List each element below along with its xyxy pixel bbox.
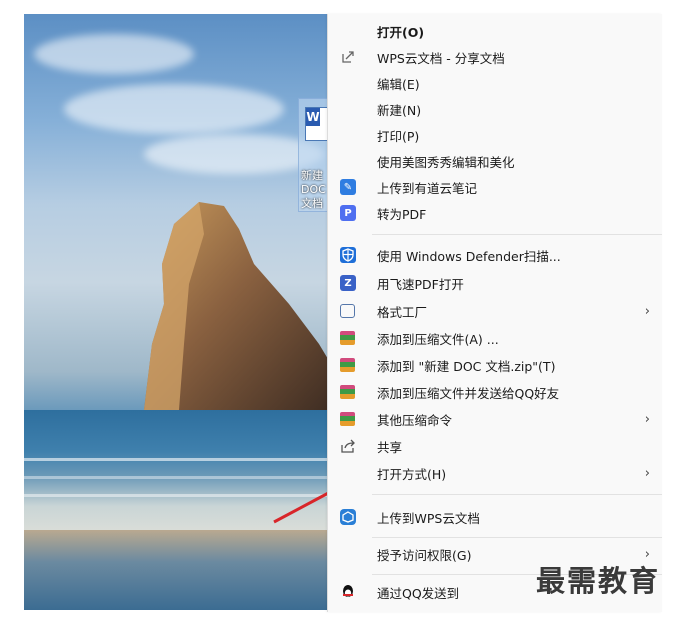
menu-item-open-with[interactable]: 打开方式(H) › [328, 460, 662, 486]
qq-icon [340, 584, 356, 600]
menu-item-label: 使用美图秀秀编辑和美化 [377, 154, 515, 170]
feisu-pdf-icon: Z [340, 275, 356, 291]
menu-item-add-archive[interactable]: 添加到压缩文件(A) ... [328, 325, 662, 351]
chevron-right-icon: › [644, 465, 650, 481]
menu-item-label: 打开方式(H) [377, 466, 447, 482]
menu-item-youdao-upload[interactable]: ✎ 上传到有道云笔记 [328, 174, 662, 200]
winrar-icon [340, 331, 355, 345]
menu-item-label: 添加到 "新建 DOC 文档.zip"(T) [377, 358, 556, 374]
cloud [34, 34, 194, 74]
menu-item-label: 用飞速PDF打开 [377, 276, 464, 292]
menu-item-label: WPS云文档 - 分享文档 [377, 50, 505, 66]
menu-item-share[interactable]: 共享 [328, 433, 662, 459]
menu-item-label: 上传到有道云笔记 [377, 180, 478, 196]
menu-item-add-zip[interactable]: 添加到 "新建 DOC 文档.zip"(T) [328, 352, 662, 378]
menu-item-label: 打印(P) [377, 128, 420, 144]
format-factory-icon [340, 304, 355, 318]
menu-item-new[interactable]: 新建(N) [328, 96, 662, 122]
menu-item-label: 转为PDF [377, 206, 427, 222]
menu-item-label: 使用 Windows Defender扫描... [377, 248, 561, 264]
menu-item-open[interactable]: 打开(O) [328, 18, 662, 44]
menu-item-label: 通过QQ发送到 [377, 585, 460, 601]
menu-item-label: 格式工厂 [377, 304, 428, 320]
menu-item-defender-scan[interactable]: 使用 Windows Defender扫描... [328, 242, 662, 268]
menu-item-feisu-pdf[interactable]: Z 用飞速PDF打开 [328, 270, 662, 296]
menu-item-edit[interactable]: 编辑(E) [328, 70, 662, 96]
menu-item-archive-send-qq[interactable]: 添加到压缩文件并发送给QQ好友 [328, 379, 662, 405]
youdao-note-icon: ✎ [340, 179, 356, 195]
cloud [144, 134, 324, 174]
winrar-icon [340, 358, 355, 372]
menu-item-label: 打开(O) [377, 24, 425, 40]
share-icon [340, 438, 356, 454]
menu-item-wps-cloud-upload[interactable]: 上传到WPS云文档 [328, 504, 662, 530]
menu-item-format-factory[interactable]: 格式工厂 › [328, 298, 662, 324]
context-menu: 打开(O) WPS云文档 - 分享文档 编辑(E) 新建(N) 打印(P) 使用… [327, 14, 662, 612]
chevron-right-icon: › [644, 303, 650, 319]
menu-item-meitu-edit[interactable]: 使用美图秀秀编辑和美化 [328, 148, 662, 174]
menu-item-label: 上传到WPS云文档 [377, 510, 480, 526]
wave [24, 458, 334, 461]
defender-shield-icon [340, 247, 356, 263]
menu-item-convert-pdf[interactable]: P 转为PDF [328, 200, 662, 226]
share-out-icon [340, 49, 356, 65]
menu-item-label: 编辑(E) [377, 76, 420, 92]
menu-separator [372, 494, 662, 495]
pdf-convert-icon: P [340, 205, 356, 221]
wps-cloud-icon [340, 509, 356, 525]
menu-separator [372, 537, 662, 538]
winrar-icon [340, 412, 355, 426]
menu-item-wps-share[interactable]: WPS云文档 - 分享文档 [328, 44, 662, 70]
menu-separator [372, 234, 662, 235]
menu-item-label: 新建(N) [377, 102, 422, 118]
chevron-right-icon: › [644, 411, 650, 427]
cloud [64, 84, 284, 134]
beach [24, 530, 334, 610]
winrar-icon [340, 385, 355, 399]
menu-item-print[interactable]: 打印(P) [328, 122, 662, 148]
menu-item-label: 授予访问权限(G) [377, 547, 472, 563]
menu-item-label: 添加到压缩文件并发送给QQ好友 [377, 385, 560, 401]
menu-item-label: 共享 [377, 439, 403, 455]
rock-formation [144, 202, 334, 410]
menu-item-label: 添加到压缩文件(A) ... [377, 331, 499, 347]
watermark-text: 最需教育 [536, 564, 661, 598]
menu-item-other-compress[interactable]: 其他压缩命令 › [328, 406, 662, 432]
menu-item-label: 其他压缩命令 [377, 412, 453, 428]
